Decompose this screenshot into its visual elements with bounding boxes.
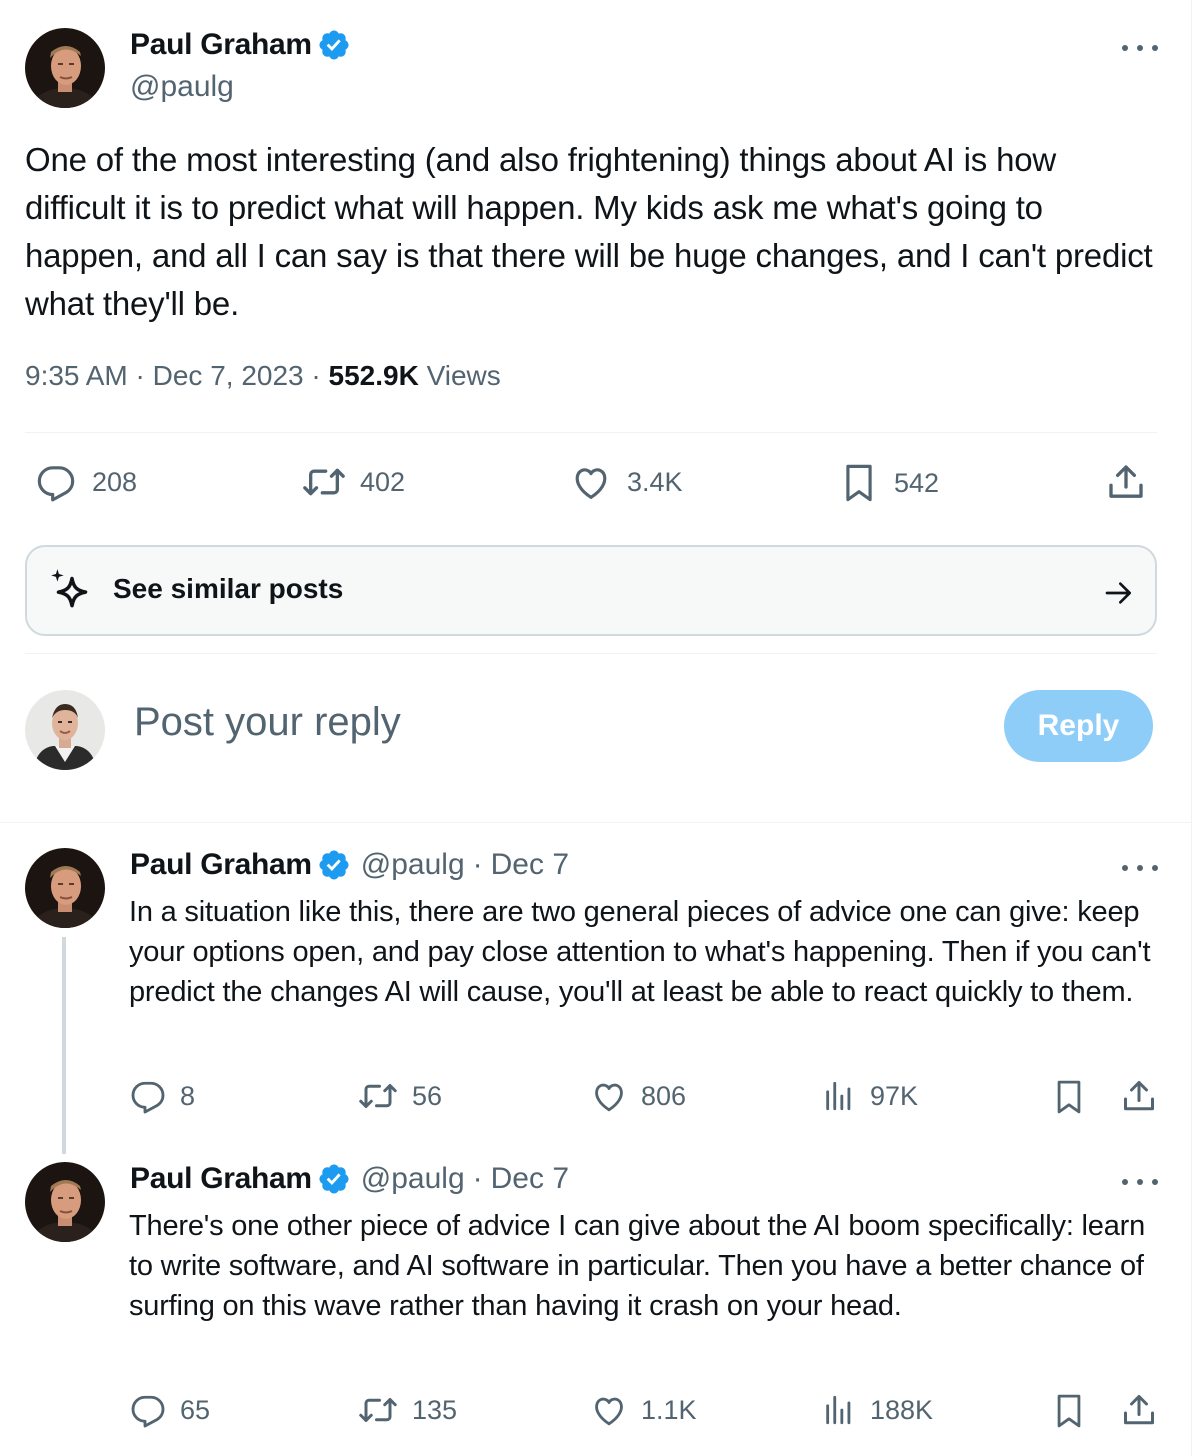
reply-count: 8 <box>180 1080 196 1111</box>
bookmark-icon <box>1057 1080 1081 1114</box>
views-action[interactable]: 188K <box>822 1392 933 1428</box>
reply-action[interactable]: 208 <box>36 462 137 502</box>
views-icon <box>826 1395 851 1425</box>
like-action[interactable]: 3.4K <box>571 462 683 502</box>
like-icon <box>595 1397 623 1426</box>
author-name[interactable]: Paul Graham <box>130 28 312 62</box>
verified-badge-icon <box>319 850 349 880</box>
current-user-avatar[interactable] <box>25 690 105 770</box>
reply-author-avatar[interactable] <box>25 848 105 928</box>
more-icon[interactable] <box>1122 858 1158 878</box>
repost-count: 135 <box>412 1394 458 1425</box>
header-separator: · <box>472 848 483 881</box>
bookmark-action[interactable]: 542 <box>840 462 939 504</box>
like-action[interactable]: 806 <box>591 1078 686 1114</box>
verified-badge-icon <box>319 30 349 60</box>
author-name-row: Paul Graham <box>130 28 351 62</box>
views-count: 188K <box>870 1394 934 1425</box>
more-icon[interactable] <box>1122 38 1158 58</box>
divider <box>25 432 1157 433</box>
reply-author-handle[interactable]: @paulg <box>361 1162 465 1196</box>
more-icon[interactable] <box>1122 1172 1158 1192</box>
meta-separator: · <box>135 360 145 391</box>
tweet-time[interactable]: 9:35 AM <box>25 360 128 391</box>
see-similar-posts-label: See similar posts <box>113 573 344 604</box>
share-action[interactable] <box>1121 1392 1157 1428</box>
reply-action[interactable]: 65 <box>130 1392 210 1428</box>
reply-date[interactable]: Dec 7 <box>491 848 569 882</box>
repost-action[interactable]: 56 <box>358 1078 442 1114</box>
views-count: 97K <box>870 1080 919 1111</box>
repost-action[interactable]: 402 <box>302 462 405 502</box>
reply-date[interactable]: Dec 7 <box>491 1162 569 1196</box>
arrow-right-icon <box>1105 582 1131 604</box>
author-avatar[interactable] <box>25 28 105 108</box>
tweet-text: One of the most interesting (and also fr… <box>25 141 1153 322</box>
repost-action[interactable]: 135 <box>358 1392 457 1428</box>
reply-action[interactable]: 8 <box>130 1078 195 1114</box>
divider <box>0 822 1192 823</box>
like-count: 806 <box>641 1080 687 1111</box>
like-action[interactable]: 1.1K <box>591 1392 697 1428</box>
reply-text: In a situation like this, there are two … <box>129 896 1151 1008</box>
repost-icon <box>359 1084 397 1108</box>
tweet-meta: 9:35 AM · Dec 7, 2023 · 552.9K Views <box>25 360 501 392</box>
reply-author-avatar[interactable] <box>25 1162 105 1242</box>
reply-header: Paul Graham @paulg · Dec 7 <box>130 1162 569 1196</box>
share-icon <box>1124 1395 1154 1425</box>
reply-count: 208 <box>92 466 138 497</box>
author-handle[interactable]: @paulg <box>130 70 234 104</box>
meta-separator: · <box>311 360 321 391</box>
reply-text: There's one other piece of advice I can … <box>129 1210 1146 1322</box>
tweet-detail-page: Paul Graham @paulg One of the most inter… <box>0 0 1192 1456</box>
reply-button[interactable]: Reply <box>1004 690 1153 762</box>
like-count: 1.1K <box>641 1394 697 1425</box>
views-label: Views <box>426 360 501 391</box>
reply-icon <box>131 1081 165 1114</box>
repost-count: 56 <box>412 1080 443 1111</box>
bookmark-icon <box>1057 1394 1081 1428</box>
share-action[interactable] <box>1106 462 1146 502</box>
tweet-date[interactable]: Dec 7, 2023 <box>153 360 304 391</box>
repost-count: 402 <box>360 466 406 497</box>
like-count: 3.4K <box>627 466 683 497</box>
verified-badge-icon <box>319 1164 349 1194</box>
reply-icon <box>37 466 75 502</box>
share-icon <box>1109 465 1143 498</box>
reply-author-name[interactable]: Paul Graham <box>130 848 312 882</box>
reply-header: Paul Graham @paulg · Dec 7 <box>130 848 569 882</box>
like-icon <box>595 1083 623 1112</box>
repost-icon <box>359 1398 397 1422</box>
see-similar-posts-button[interactable]: See similar posts <box>25 545 1157 636</box>
views-count: 552.9K <box>328 360 419 391</box>
bookmark-icon <box>846 464 872 502</box>
share-action[interactable] <box>1121 1078 1157 1114</box>
sparkle-icon <box>51 569 88 608</box>
share-icon <box>1124 1081 1154 1111</box>
reply-count: 65 <box>180 1394 211 1425</box>
reply-author-name[interactable]: Paul Graham <box>130 1162 312 1196</box>
reply-input[interactable]: Post your reply <box>134 700 401 745</box>
views-icon <box>826 1081 851 1111</box>
bookmark-count: 542 <box>894 467 940 498</box>
divider <box>25 653 1157 654</box>
views-action[interactable]: 97K <box>822 1078 918 1114</box>
bookmark-action[interactable] <box>1052 1078 1086 1116</box>
reply-author-handle[interactable]: @paulg <box>361 848 465 882</box>
reply-icon <box>131 1395 165 1428</box>
repost-icon <box>303 468 345 496</box>
like-icon <box>575 468 607 499</box>
thread-connector <box>62 937 66 1154</box>
header-separator: · <box>472 1162 483 1195</box>
bookmark-action[interactable] <box>1052 1392 1086 1430</box>
